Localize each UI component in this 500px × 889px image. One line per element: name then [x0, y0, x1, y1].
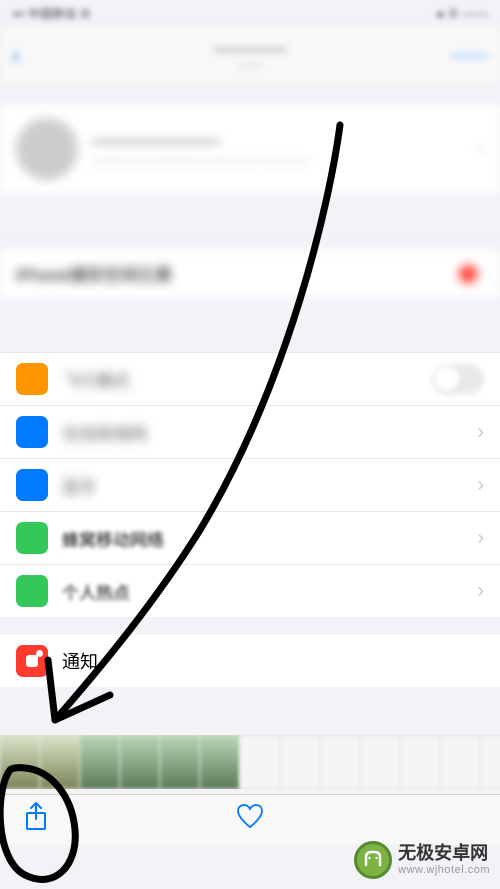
watermark-url: www.wjhotel.com [398, 864, 490, 876]
hotspot-icon [16, 575, 48, 607]
avatar [16, 118, 78, 180]
nav-header: ‹ ────── ─── ─── [0, 26, 500, 86]
thumbnail[interactable] [280, 735, 320, 789]
apple-id-row[interactable]: ───────── ──── ── ────── ────── ────── › [0, 104, 500, 194]
airplane-icon [16, 363, 48, 395]
profile-name: ───────── [92, 131, 309, 154]
like-button[interactable] [236, 803, 264, 836]
heart-icon [236, 803, 264, 829]
watermark-text: 无极安卓网 www.wjhotel.com [398, 844, 490, 876]
chevron-right-icon: › [477, 474, 484, 497]
warning-badge-icon [459, 265, 477, 283]
storage-warning-row[interactable]: iPhone储存空间已满 › [0, 248, 500, 298]
chevron-right-icon: › [477, 138, 484, 161]
airplane-mode-row[interactable]: 飞行模式 [0, 352, 500, 405]
thumbnail[interactable] [360, 735, 400, 789]
watermark-logo-icon [354, 841, 392, 879]
status-bar: ••• 中国移动 ⊕ ● ⦿ ─── [0, 0, 500, 26]
wifi-icon [16, 416, 48, 448]
chevron-right-icon: › [477, 262, 484, 285]
storage-label: iPhone储存空间已满 [16, 261, 459, 286]
notifications-section: 通知 [0, 635, 500, 687]
photo-toolbar [0, 794, 500, 844]
thumbnail[interactable] [400, 735, 440, 789]
row-label: 蓝牙 [62, 473, 477, 498]
bluetooth-row[interactable]: 蓝牙 › [0, 458, 500, 511]
connectivity-section: 飞行模式 无线局域网 › 蓝牙 › 蜂窝移动网络 › 个人热点 › [0, 352, 500, 617]
status-right: ● ⦿ ─── [437, 5, 488, 22]
settings-content: ───────── ──── ── ────── ────── ────── ›… [0, 86, 500, 809]
row-label: 无线局域网 [62, 420, 477, 445]
thumbnail[interactable] [40, 735, 80, 789]
wifi-row[interactable]: 无线局域网 › [0, 405, 500, 458]
thumbnail[interactable] [80, 735, 120, 789]
bluetooth-icon [16, 469, 48, 501]
row-label: 个人热点 [62, 579, 477, 604]
chevron-right-icon: › [477, 421, 484, 444]
back-button[interactable]: ‹ [12, 42, 20, 70]
profile-text: ───────── ──── ── ────── ────── ────── [92, 131, 309, 168]
watermark-name: 无极安卓网 [398, 844, 490, 864]
header-action-button[interactable]: ─── [452, 46, 488, 66]
thumbnail[interactable] [0, 735, 40, 789]
row-label: 蜂窝移动网络 [62, 526, 477, 551]
header-title-line1: ────── [214, 40, 286, 60]
photo-thumbnail-strip[interactable] [0, 735, 500, 789]
chevron-right-icon: › [477, 527, 484, 550]
notifications-label: 通知 [62, 648, 98, 674]
cellular-row[interactable]: 蜂窝移动网络 › [0, 511, 500, 564]
profile-subtitle: ──── ── ────── ────── ────── [92, 154, 309, 168]
share-icon [24, 801, 48, 831]
notifications-icon [16, 645, 48, 677]
thumbnail[interactable] [240, 735, 280, 789]
thumbnail[interactable] [120, 735, 160, 789]
cellular-icon [16, 522, 48, 554]
hotspot-row[interactable]: 个人热点 › [0, 564, 500, 617]
airplane-toggle[interactable] [432, 364, 484, 394]
chevron-right-icon: › [477, 580, 484, 603]
header-title-line2: ─── [238, 60, 261, 72]
thumbnail[interactable] [200, 735, 240, 789]
share-button[interactable] [24, 801, 48, 838]
notifications-row[interactable]: 通知 [0, 635, 500, 687]
row-label: 飞行模式 [62, 367, 432, 392]
watermark: 无极安卓网 www.wjhotel.com [354, 841, 490, 879]
thumbnail[interactable] [440, 735, 480, 789]
header-title: ────── ─── [214, 40, 286, 72]
thumbnail[interactable] [160, 735, 200, 789]
status-left: ••• 中国移动 ⊕ [12, 5, 91, 22]
thumbnail[interactable] [320, 735, 360, 789]
thumbnail[interactable] [480, 735, 500, 789]
